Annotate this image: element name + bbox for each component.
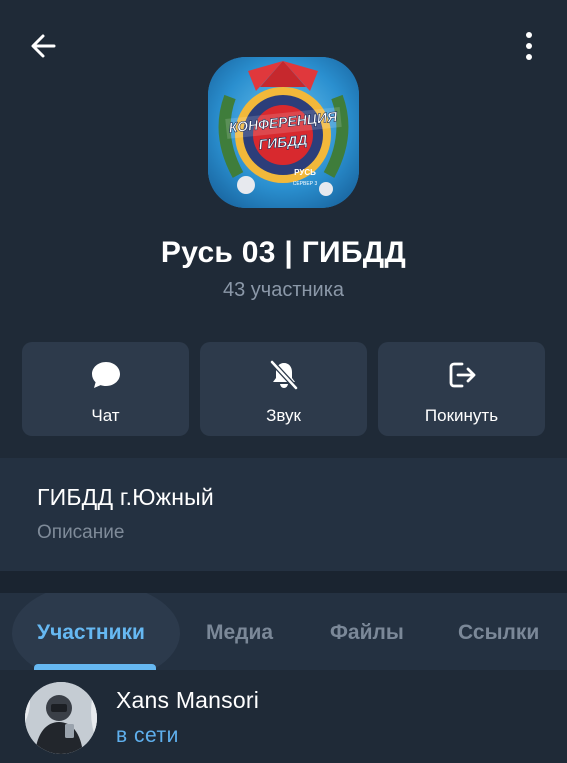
description-text: ГИБДД г.Южный [37, 484, 214, 510]
section-divider [0, 571, 567, 593]
group-title: Русь 03 | ГИБДД [160, 236, 407, 269]
tab-members[interactable]: Участники [37, 621, 145, 645]
arrow-left-icon [31, 34, 56, 58]
chat-bubble-icon [91, 362, 120, 388]
description-caption: Описание [37, 522, 125, 543]
tab-links[interactable]: Ссылки [458, 621, 539, 645]
more-vertical-icon [526, 32, 532, 60]
leave-icon [449, 362, 475, 388]
chat-button-label: Чат [91, 406, 120, 425]
description-section: ГИБДД г.Южный Описание [0, 458, 567, 571]
member-status: в сети [116, 724, 179, 747]
group-avatar[interactable]: КОНФЕРЕНЦИЯ ГИБДД РУСЬ СЕРВЕР 3 [208, 57, 359, 208]
bell-off-icon [269, 359, 298, 391]
tab-bar: Участники Медиа Файлы Ссылки [0, 593, 567, 670]
members-count: 43 участника [222, 279, 345, 301]
avatar-server: СЕРВЕР 3 [293, 181, 318, 187]
group-avatar-image: КОНФЕРЕНЦИЯ ГИБДД РУСЬ СЕРВЕР 3 [208, 57, 359, 208]
sound-button-label: Звук [266, 406, 301, 425]
member-row[interactable]: Xans Mansori в сети [0, 670, 567, 763]
leave-button[interactable]: Покинуть [378, 342, 545, 436]
avatar-brand: РУСЬ [294, 168, 316, 177]
more-menu-button[interactable] [514, 30, 544, 62]
avatar [25, 682, 97, 754]
member-name: Xans Mansori [116, 687, 260, 713]
sound-button[interactable]: Звук [200, 342, 367, 436]
member-avatar-image [25, 682, 97, 754]
chat-button[interactable]: Чат [22, 342, 189, 436]
back-button[interactable] [28, 30, 60, 62]
tab-media[interactable]: Медиа [206, 621, 273, 645]
leave-button-label: Покинуть [424, 406, 499, 425]
tab-files[interactable]: Файлы [330, 621, 404, 645]
